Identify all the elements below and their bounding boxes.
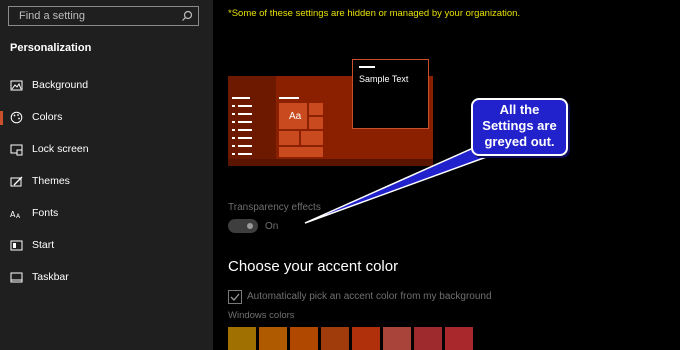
toggle-knob: [247, 223, 253, 229]
color-swatch[interactable]: [445, 327, 473, 350]
callout-bubble: All the Settings are greyed out.: [471, 98, 568, 156]
toggle-state: On: [265, 221, 279, 232]
color-swatch[interactable]: [352, 327, 380, 350]
color-swatch[interactable]: [383, 327, 411, 350]
accent-heading: Choose your accent color: [228, 258, 399, 275]
auto-accent-checkbox[interactable]: [228, 290, 242, 304]
color-swatch[interactable]: [228, 327, 256, 350]
color-swatch[interactable]: [290, 327, 318, 350]
transparency-label: Transparency effects: [228, 202, 321, 213]
check-icon: [230, 293, 240, 301]
color-swatch[interactable]: [259, 327, 287, 350]
auto-accent-label: Automatically pick an accent color from …: [247, 291, 492, 302]
color-swatch[interactable]: [321, 327, 349, 350]
transparency-toggle[interactable]: [228, 219, 258, 233]
windows-colors-label: Windows colors: [228, 310, 295, 321]
color-swatch[interactable]: [414, 327, 442, 350]
